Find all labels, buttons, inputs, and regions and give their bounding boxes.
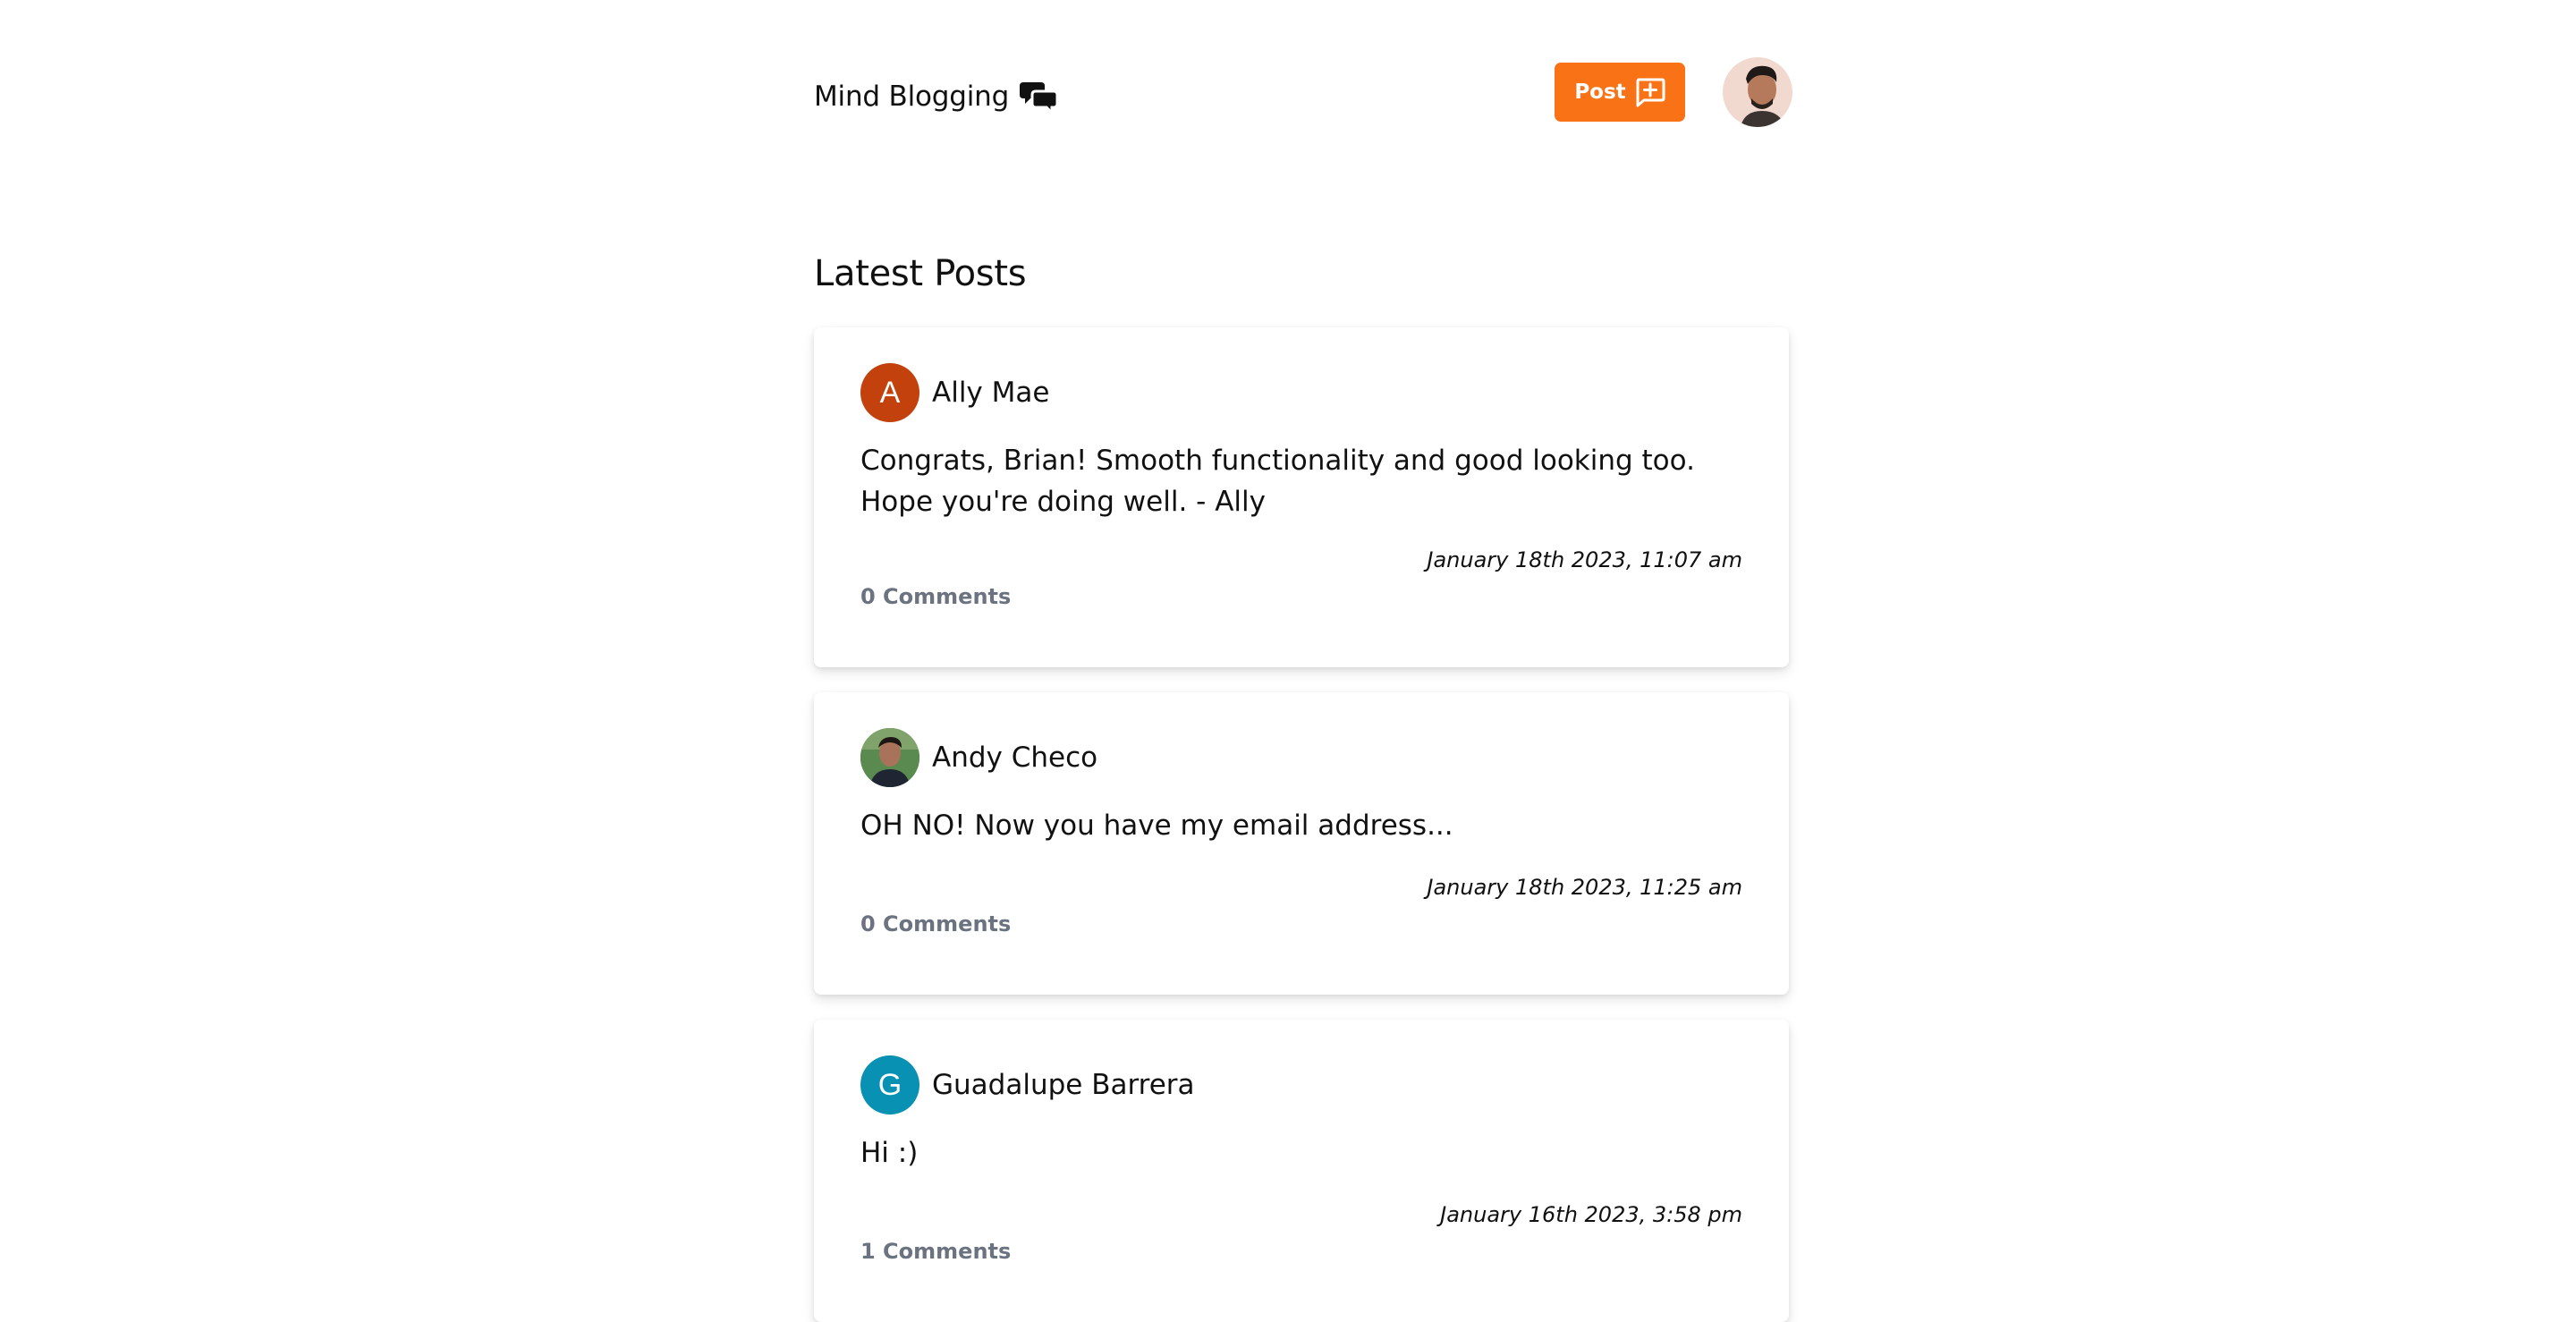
post-author[interactable]: Andy Checo xyxy=(860,728,1097,787)
post-card: A Ally Mae Congrats, Brian! Smooth funct… xyxy=(814,327,1789,667)
chat-bubbles-icon xyxy=(1020,79,1059,116)
post-author[interactable]: G Guadalupe Barrera xyxy=(860,1055,1195,1114)
brand-title: Mind Blogging xyxy=(814,81,1010,113)
add-comment-icon xyxy=(1635,77,1665,107)
avatar: A xyxy=(860,363,919,422)
post-content: Hi :) xyxy=(860,1137,919,1169)
section-title: Latest Posts xyxy=(814,253,1027,294)
user-avatar[interactable] xyxy=(1723,57,1792,127)
post-card: G Guadalupe Barrera Hi :) January 16th 2… xyxy=(814,1020,1789,1322)
post-content: Congrats, Brian! Smooth functionality an… xyxy=(860,445,1695,518)
post-timestamp: January 16th 2023, 3:58 pm xyxy=(1440,1202,1742,1227)
post-timestamp: January 18th 2023, 11:07 am xyxy=(1427,547,1742,572)
author-name: Guadalupe Barrera xyxy=(932,1069,1195,1101)
comments-link[interactable]: 0 Comments xyxy=(860,911,1011,936)
post-button-label: Post xyxy=(1574,81,1626,104)
page-container: Mind Blogging Post Latest Posts A Ally M… xyxy=(814,0,1792,1322)
post-timestamp: January 18th 2023, 11:25 am xyxy=(1427,875,1742,900)
header: Mind Blogging Post xyxy=(814,57,1792,131)
avatar xyxy=(860,728,919,787)
comments-link[interactable]: 0 Comments xyxy=(860,584,1011,609)
author-name: Andy Checo xyxy=(932,742,1098,774)
post-button[interactable]: Post xyxy=(1555,63,1685,122)
comments-link[interactable]: 1 Comments xyxy=(860,1239,1011,1264)
avatar-initial: A xyxy=(879,375,901,410)
post-content: OH NO! Now you have my email address... xyxy=(860,809,1453,842)
avatar: G xyxy=(860,1055,919,1114)
post-author[interactable]: A Ally Mae xyxy=(860,363,1049,422)
author-name: Ally Mae xyxy=(932,377,1050,409)
brand[interactable]: Mind Blogging xyxy=(814,73,1059,120)
post-card: Andy Checo OH NO! Now you have my email … xyxy=(814,692,1789,995)
avatar-initial: G xyxy=(877,1067,902,1102)
